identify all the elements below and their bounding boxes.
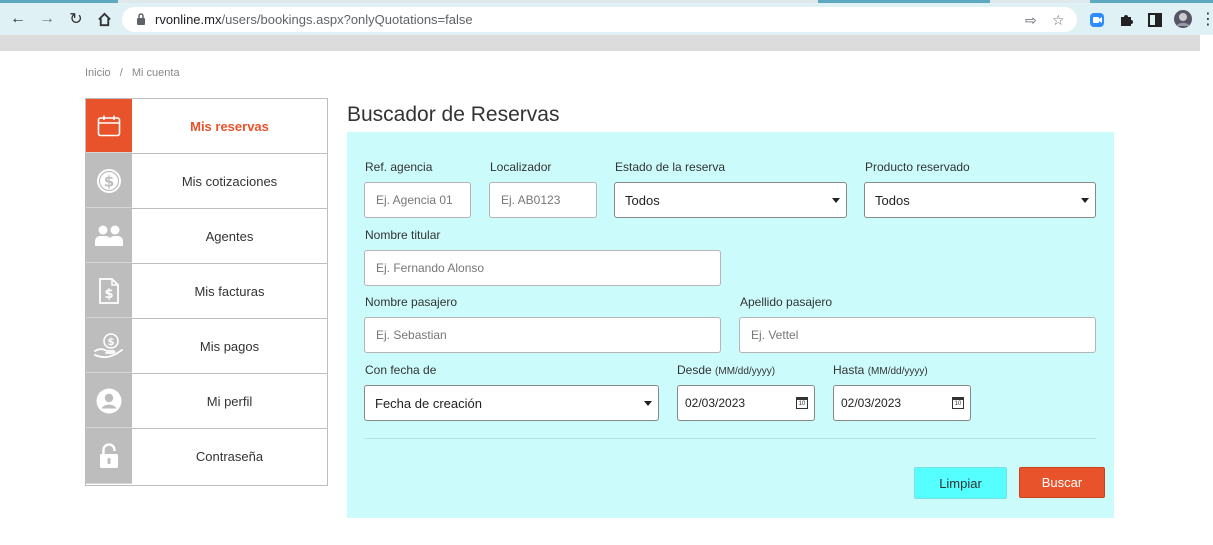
invoice-icon: $ xyxy=(86,264,132,318)
nombre-pasajero-input[interactable]: Ej. Sebastian xyxy=(364,317,721,353)
clear-button[interactable]: Limpiar xyxy=(914,467,1007,499)
localizador-label: Localizador xyxy=(490,160,552,174)
reload-icon[interactable]: ↻ xyxy=(66,9,86,29)
people-icon xyxy=(86,209,132,263)
lock-icon xyxy=(137,13,145,25)
page-title: Buscador de Reservas xyxy=(347,103,560,126)
breadcrumb: Inicio / Mi cuenta xyxy=(85,67,180,79)
browser-toolbar: ← → ↻ rvonline.mx/users/bookings.aspx?on… xyxy=(0,3,1213,35)
url-text: rvonline.mx/users/bookings.aspx?onlyQuot… xyxy=(155,12,473,27)
account-sidebar: Mis reservas $ Mis cotizaciones Agentes … xyxy=(85,98,328,486)
sidebar-item-contrasena[interactable]: Contraseña xyxy=(86,429,327,484)
back-arrow-icon[interactable]: ← xyxy=(8,9,28,29)
producto-reservado-select[interactable]: Todos xyxy=(864,182,1096,218)
nombre-pasajero-label: Nombre pasajero xyxy=(365,295,458,309)
side-panel-icon[interactable] xyxy=(1147,12,1163,28)
nombre-titular-label: Nombre titular xyxy=(365,228,441,242)
zoom-extension-icon[interactable] xyxy=(1089,12,1105,28)
hasta-label: Hasta (MM/dd/yyyy) xyxy=(833,363,928,377)
star-icon[interactable]: ☆ xyxy=(1052,12,1065,29)
calendar-icon xyxy=(86,99,132,153)
sidebar-item-mis-reservas[interactable]: Mis reservas xyxy=(86,99,327,154)
browser-menu-icon[interactable]: ⋮ xyxy=(1200,9,1213,29)
caret-down-icon xyxy=(644,401,652,406)
estado-reserva-select[interactable]: Todos xyxy=(614,182,847,218)
svg-text:$: $ xyxy=(104,287,113,302)
caret-down-icon xyxy=(832,198,840,203)
desde-label: Desde (MM/dd/yyyy) xyxy=(677,363,776,377)
ref-agencia-input[interactable]: Ej. Agencia 01 xyxy=(364,182,471,218)
breadcrumb-current: Mi cuenta xyxy=(131,67,180,79)
breadcrumb-home[interactable]: Inicio xyxy=(85,67,111,79)
calendar-icon[interactable]: 10 xyxy=(796,397,808,409)
sidebar-item-mi-perfil[interactable]: Mi perfil xyxy=(86,374,327,429)
con-fecha-label: Con fecha de xyxy=(365,363,437,377)
sidebar-item-mis-cotizaciones[interactable]: $ Mis cotizaciones xyxy=(86,154,327,209)
address-bar[interactable]: rvonline.mx/users/bookings.aspx?onlyQuot… xyxy=(122,7,1077,32)
form-divider xyxy=(364,438,1096,439)
nombre-titular-input[interactable]: Ej. Fernando Alonso xyxy=(364,250,721,286)
apellido-pasajero-input[interactable]: Ej. Vettel xyxy=(739,317,1096,353)
profile-avatar-icon[interactable] xyxy=(1173,9,1193,29)
home-icon[interactable] xyxy=(94,9,114,29)
puzzle-extensions-icon[interactable] xyxy=(1118,12,1134,28)
sidebar-item-mis-pagos[interactable]: $ Mis pagos xyxy=(86,319,327,374)
search-button[interactable]: Buscar xyxy=(1019,467,1105,498)
hasta-date-input[interactable]: 02/03/2023 10 xyxy=(833,385,971,421)
hand-coin-icon: $ xyxy=(86,319,132,373)
lock-icon xyxy=(86,429,132,484)
user-circle-icon xyxy=(86,374,132,428)
desde-date-input[interactable]: 02/03/2023 10 xyxy=(677,385,815,421)
sidebar-item-mis-facturas[interactable]: $ Mis facturas xyxy=(86,264,327,319)
svg-text:$: $ xyxy=(108,337,115,348)
localizador-input[interactable]: Ej. AB0123 xyxy=(489,182,597,218)
share-icon[interactable]: ⇨ xyxy=(1025,12,1037,29)
apellido-pasajero-label: Apellido pasajero xyxy=(740,295,833,309)
svg-text:$: $ xyxy=(104,172,114,190)
dollar-coin-icon: $ xyxy=(86,154,132,208)
calendar-icon[interactable]: 10 xyxy=(952,397,964,409)
sidebar-item-agentes[interactable]: Agentes xyxy=(86,209,327,264)
con-fecha-select[interactable]: Fecha de creación xyxy=(364,385,659,421)
caret-down-icon xyxy=(1081,198,1089,203)
ref-agencia-label: Ref. agencia xyxy=(365,160,433,174)
forward-arrow-icon[interactable]: → xyxy=(37,9,57,29)
producto-reservado-label: Producto reservado xyxy=(865,160,970,174)
estado-reserva-label: Estado de la reserva xyxy=(615,160,726,174)
